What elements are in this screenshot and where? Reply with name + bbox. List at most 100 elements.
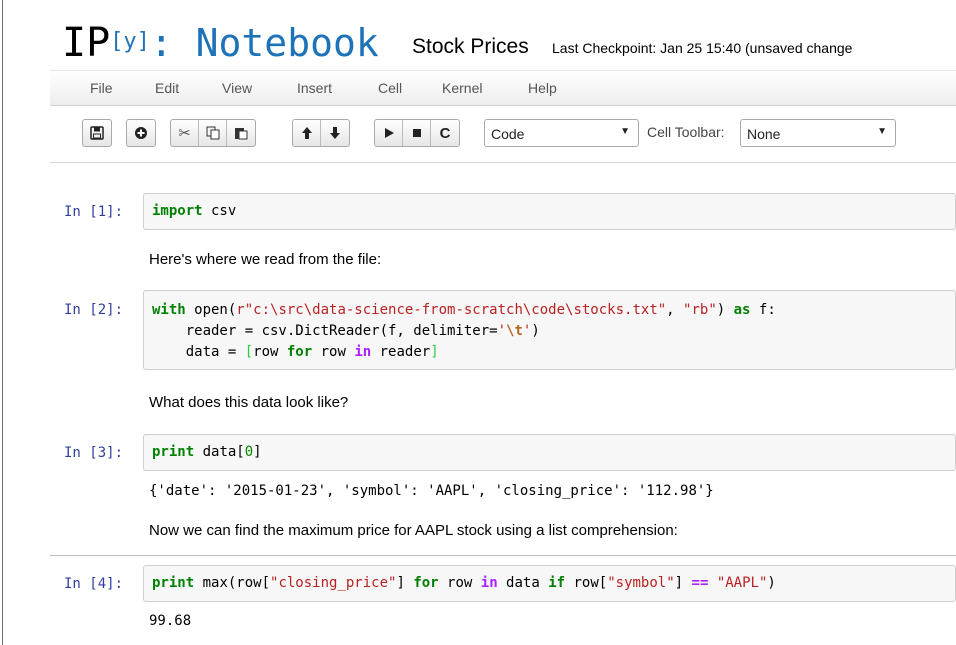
- code-token: data: [497, 575, 549, 591]
- cell-toolbar-label: Cell Toolbar:: [647, 124, 725, 140]
- menu-help[interactable]: Help: [528, 80, 557, 96]
- code-line: print data[0]: [152, 444, 262, 460]
- code-token: data[: [194, 444, 245, 460]
- arrow-down-icon[interactable]: [321, 120, 349, 146]
- code-token: with: [152, 302, 186, 318]
- menu-view[interactable]: View: [222, 80, 252, 96]
- code-token: ]: [674, 575, 692, 591]
- cell-type-value: Code: [491, 126, 525, 142]
- cell-prompt: In [3]:: [64, 445, 124, 461]
- code-token: "c:\src\data-science-from-scratch\code\s…: [244, 302, 667, 318]
- menu-edit[interactable]: Edit: [155, 80, 179, 96]
- code-token: row: [438, 575, 481, 591]
- code-token: for: [413, 575, 439, 591]
- code-token: "AAPL": [716, 575, 768, 591]
- code-token: csv: [202, 203, 237, 219]
- code-token: ==: [691, 575, 709, 591]
- window-border: [2, 0, 3, 645]
- code-cell-input[interactable]: print data[0]: [143, 434, 956, 471]
- code-token: "closing_price": [270, 575, 397, 591]
- code-token: [: [244, 344, 254, 360]
- code-token: reader = csv.DictReader(f, delimiter=: [152, 323, 498, 339]
- arrow-up-icon[interactable]: [293, 120, 321, 146]
- ipython-logo[interactable]: IP[y]: Notebook: [62, 18, 379, 67]
- code-line: import csv: [152, 203, 236, 219]
- code-line: with open(r"c:\src\data-science-from-scr…: [152, 302, 776, 318]
- cell-toolbar-value: None: [747, 126, 781, 142]
- code-token: import: [152, 203, 203, 219]
- code-token: in: [480, 575, 498, 591]
- cell-selection-border: [50, 555, 956, 556]
- code-cell-input[interactable]: import csv: [143, 193, 956, 230]
- cell-prompt: In [4]:: [64, 576, 124, 592]
- chevron-down-icon: ▼: [620, 126, 630, 137]
- move-group: [292, 119, 350, 147]
- play-icon[interactable]: [375, 120, 403, 146]
- code-token: ): [531, 323, 540, 339]
- code-token: in: [354, 344, 372, 360]
- code-token: data =: [152, 344, 245, 360]
- code-token: f:: [750, 302, 776, 318]
- code-line: reader = csv.DictReader(f, delimiter='\t…: [152, 323, 540, 339]
- markdown-cell[interactable]: Here's where we read from the file:: [149, 251, 381, 268]
- code-token: "symbol": [607, 575, 675, 591]
- code-token: ]: [253, 444, 262, 460]
- logo-ip-text: IP: [62, 20, 111, 66]
- code-token: print: [152, 444, 195, 460]
- code-token: max(row[: [194, 575, 271, 591]
- plus-icon[interactable]: [127, 120, 155, 146]
- code-token: ): [767, 575, 776, 591]
- paste-icon[interactable]: [227, 120, 255, 146]
- copy-icon[interactable]: [199, 120, 227, 146]
- insert-group: [126, 119, 156, 147]
- code-cell-input[interactable]: print max(row["closing_price"] for row i…: [143, 565, 956, 602]
- logo-notebook-text: : Notebook: [149, 21, 379, 65]
- notebook-title[interactable]: Stock Prices: [412, 35, 529, 59]
- cell-prompt: In [1]:: [64, 204, 124, 220]
- cell-output: 99.68: [149, 613, 192, 629]
- code-token: ]: [396, 575, 414, 591]
- save-icon[interactable]: [83, 120, 111, 146]
- code-token: \t: [506, 323, 523, 339]
- edit-group: ✂: [170, 119, 256, 147]
- menu-kernel[interactable]: Kernel: [442, 80, 482, 96]
- code-token: "rb": [683, 302, 717, 318]
- code-cell-input[interactable]: with open(r"c:\src\data-science-from-scr…: [143, 290, 956, 370]
- code-token: reader: [371, 344, 431, 360]
- code-token: as: [733, 302, 751, 318]
- code-token: open(: [185, 302, 237, 318]
- save-group: [82, 119, 112, 147]
- code-token: ]: [430, 344, 439, 360]
- code-token: if: [548, 575, 566, 591]
- code-token: row: [312, 344, 355, 360]
- menu-file[interactable]: File: [90, 80, 113, 96]
- code-line: data = [row for row in reader]: [152, 344, 439, 360]
- code-token: 0: [244, 444, 254, 460]
- markdown-cell[interactable]: Now we can find the maximum price for AA…: [149, 522, 678, 539]
- stop-icon[interactable]: [403, 120, 431, 146]
- markdown-cell[interactable]: What does this data look like?: [149, 394, 348, 411]
- main-toolbar: ✂ C Code ▼ None ▼: [50, 104, 956, 163]
- run-group: C: [374, 119, 460, 147]
- code-token: r: [236, 302, 245, 318]
- code-token: for: [286, 344, 313, 360]
- menu-bar: File Edit View Insert Cell Kernel Help: [50, 70, 956, 106]
- checkpoint-status: Last Checkpoint: Jan 25 15:40 (unsaved c…: [552, 40, 853, 56]
- code-token: row: [253, 344, 287, 360]
- cut-icon[interactable]: ✂: [171, 120, 199, 146]
- cell-type-select[interactable]: Code ▼: [484, 119, 639, 147]
- cell-toolbar-select[interactable]: None ▼: [740, 119, 896, 147]
- code-token: row[: [565, 575, 608, 591]
- menu-insert[interactable]: Insert: [297, 80, 332, 96]
- code-line: print max(row["closing_price"] for row i…: [152, 575, 776, 591]
- code-token: ': [497, 323, 507, 339]
- code-token: ): [716, 302, 734, 318]
- restart-icon[interactable]: C: [431, 120, 459, 146]
- cell-output: {'date': '2015-01-23', 'symbol': 'AAPL',…: [149, 483, 714, 499]
- logo-y-text: [y]: [110, 29, 150, 54]
- cell-prompt: In [2]:: [64, 302, 124, 318]
- code-token: ,: [666, 302, 684, 318]
- menu-cell[interactable]: Cell: [378, 80, 402, 96]
- chevron-down-icon: ▼: [877, 126, 887, 137]
